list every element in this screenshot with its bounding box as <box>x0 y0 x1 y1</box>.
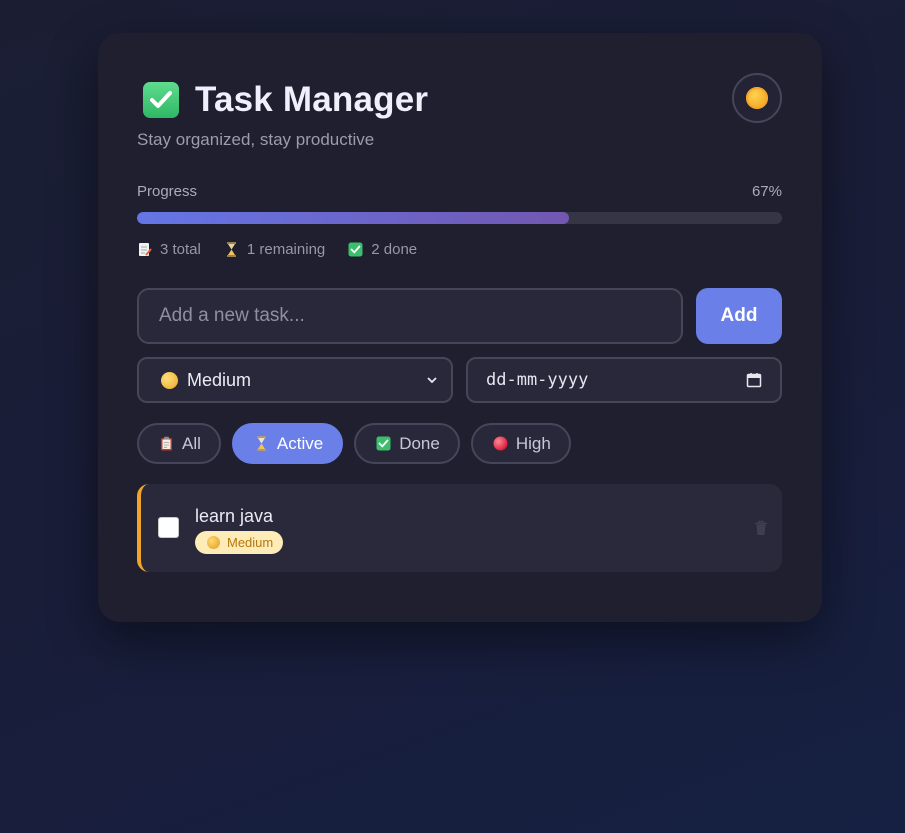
stat-remaining-text: 1 remaining <box>246 241 326 258</box>
stat-total: 3 total <box>137 241 201 258</box>
filter-active[interactable]: Active <box>231 423 344 464</box>
priority-badge: Medium <box>195 531 284 554</box>
page-title: Task Manager <box>195 80 429 119</box>
page-subtitle: Stay organized, stay productive <box>137 130 375 149</box>
progress-labels: Progress 67% <box>137 183 782 200</box>
filter-done-label: Done <box>399 433 440 453</box>
progress-section: Progress 67% 3 total 1 remaining 2 done <box>137 183 782 258</box>
stat-done-text: 2 done <box>371 241 418 258</box>
stat-remaining: 1 remaining <box>224 241 325 258</box>
new-task-input[interactable] <box>137 288 683 344</box>
filter-chips: All Active Done High <box>137 423 582 464</box>
hourglass-icon <box>226 242 236 257</box>
due-date-value: dd-mm-yyyy <box>486 370 589 390</box>
chevron-down-icon <box>427 377 437 384</box>
filter-all[interactable]: All <box>137 423 221 464</box>
red-circle-icon <box>493 436 508 451</box>
priority-select-value: Medium <box>187 369 252 390</box>
task-manager-card: Task Manager Stay organized, stay produc… <box>98 33 822 622</box>
filter-all-label: All <box>182 433 201 453</box>
filter-high-label: High <box>515 433 551 453</box>
task-text: learn java <box>195 506 274 526</box>
clipboard-icon <box>161 436 172 451</box>
title-row: Task Manager <box>137 78 782 122</box>
priority-select[interactable]: Medium <box>137 357 453 403</box>
header: Task Manager Stay organized, stay produc… <box>137 73 782 149</box>
calendar-icon[interactable] <box>746 372 762 388</box>
add-task-row: Add <box>137 288 782 344</box>
stat-total-text: 3 total <box>160 241 201 258</box>
theme-toggle-button[interactable] <box>732 73 782 123</box>
yellow-circle-icon <box>207 536 220 549</box>
hourglass-icon <box>256 436 266 451</box>
task-options-row: Medium dd-mm-yyyy <box>137 357 782 403</box>
stat-done: 2 done <box>348 241 417 258</box>
add-task-button[interactable]: Add <box>696 288 782 344</box>
priority-badge-label: Medium <box>227 535 274 550</box>
filter-high[interactable]: High <box>470 423 571 464</box>
due-date-input[interactable]: dd-mm-yyyy <box>466 357 782 403</box>
check-box-icon <box>376 436 391 451</box>
check-box-icon <box>348 242 363 257</box>
sun-icon <box>746 87 768 109</box>
filter-active-label: Active <box>276 433 324 453</box>
yellow-circle-icon <box>161 371 178 389</box>
stats-row: 3 total 1 remaining 2 done <box>137 241 782 258</box>
progress-percent: 67% <box>751 183 782 200</box>
filter-done[interactable]: Done <box>354 423 460 464</box>
memo-icon <box>139 243 152 256</box>
task-complete-checkbox[interactable] <box>158 517 179 538</box>
check-box-icon <box>143 82 179 118</box>
progress-label: Progress <box>137 183 198 200</box>
trash-icon[interactable] <box>754 520 768 536</box>
progress-bar-fill <box>137 212 570 224</box>
progress-bar <box>137 212 782 224</box>
task-item: learn java Medium <box>137 484 782 572</box>
